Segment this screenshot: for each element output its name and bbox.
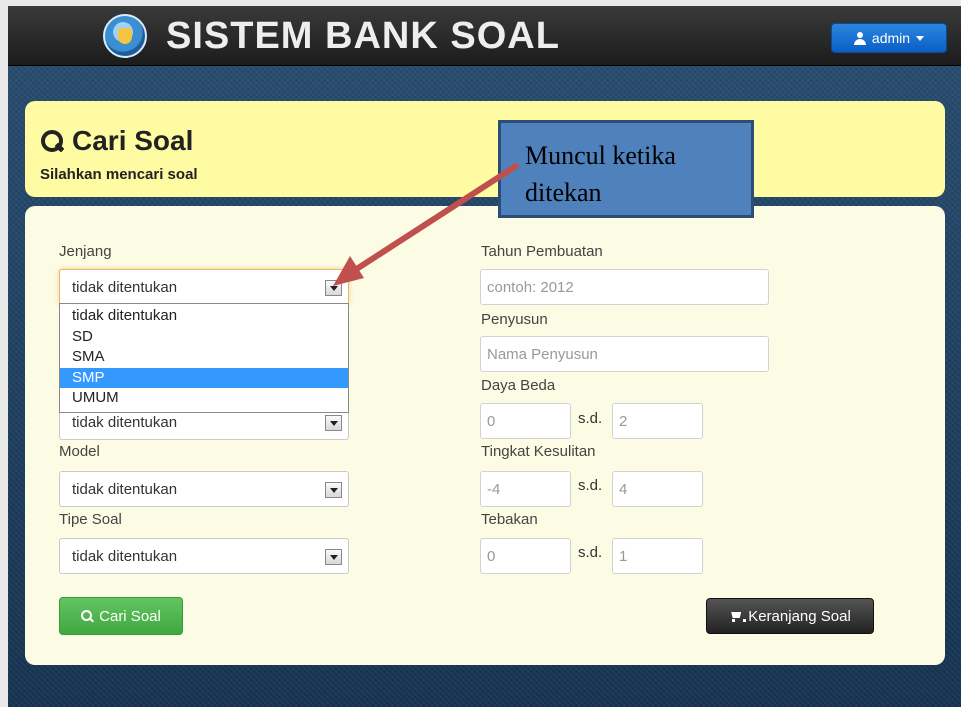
tebakan-to-input[interactable]: 1 [612, 538, 703, 574]
user-menu-label: admin [871, 30, 911, 46]
app-title: SISTEM BANK SOAL [166, 15, 560, 57]
range-separator: s.d. [578, 544, 603, 561]
tahun-pembuatan-label: Tahun Pembuatan [481, 243, 603, 260]
tahun-pembuatan-input[interactable]: contoh: 2012 [480, 269, 769, 305]
penyusun-label: Penyusun [481, 311, 548, 328]
tebakan-label: Tebakan [481, 511, 538, 528]
tebakan-from-input[interactable]: 0 [480, 538, 571, 574]
search-button-label: Cari Soal [99, 607, 161, 625]
dropdown-arrow-icon[interactable] [325, 549, 342, 565]
tingkat-kesulitan-label: Tingkat Kesulitan [481, 443, 596, 460]
page-title: Cari Soal [40, 125, 193, 157]
question-cart-button[interactable]: Keranjang Soal [706, 598, 874, 634]
range-separator: s.d. [578, 477, 603, 494]
question-cart-button-label: Keranjang Soal [748, 607, 851, 625]
tingkat-kesulitan-to-input[interactable]: 4 [612, 471, 703, 507]
hidden-field-select-value: tidak ditentukan [72, 413, 178, 431]
jenjang-label: Jenjang [59, 243, 112, 260]
search-button[interactable]: Cari Soal [59, 597, 183, 635]
ministry-logo-icon [103, 14, 147, 58]
daya-beda-label: Daya Beda [481, 377, 556, 394]
tipe-soal-select[interactable]: tidak ditentukan [59, 538, 349, 574]
jenjang-option[interactable]: SD [60, 327, 348, 348]
user-menu-button[interactable]: admin [831, 23, 947, 53]
tipe-soal-label: Tipe Soal [59, 511, 122, 528]
caret-down-icon [916, 35, 925, 41]
model-select[interactable]: tidak ditentukan [59, 471, 349, 507]
daya-beda-to-input[interactable]: 2 [612, 403, 703, 439]
annotation-callout: Muncul ketika ditekan [498, 120, 754, 218]
model-select-value: tidak ditentukan [72, 480, 178, 498]
dropdown-arrow-icon[interactable] [325, 280, 342, 296]
top-navbar: SISTEM BANK SOAL admin [8, 6, 961, 66]
dropdown-arrow-icon[interactable] [325, 415, 342, 431]
penyusun-input[interactable]: Nama Penyusun [480, 336, 769, 372]
model-label: Model [59, 443, 100, 460]
jenjang-option-highlighted[interactable]: SMP [60, 367, 348, 388]
page-subtitle: Silahkan mencari soal [40, 166, 198, 183]
jenjang-select[interactable]: tidak ditentukan [59, 269, 349, 305]
tingkat-kesulitan-from-input[interactable]: -4 [480, 471, 571, 507]
cart-icon [729, 610, 747, 622]
tipe-soal-select-value: tidak ditentukan [72, 547, 178, 565]
jenjang-select-value: tidak ditentukan [72, 278, 178, 296]
jenjang-option[interactable]: UMUM [60, 388, 348, 409]
range-separator: s.d. [578, 410, 603, 427]
jenjang-option[interactable]: SMA [60, 347, 348, 368]
jenjang-options-list[interactable]: tidak ditentukan SD SMA SMP UMUM [59, 303, 349, 413]
dropdown-arrow-icon[interactable] [325, 482, 342, 498]
search-icon [81, 610, 93, 622]
jenjang-option[interactable]: tidak ditentukan [60, 306, 348, 327]
annotation-text: Muncul ketika ditekan [525, 141, 676, 207]
search-icon [40, 129, 64, 153]
user-icon [853, 31, 866, 45]
page-title-text: Cari Soal [72, 125, 194, 156]
daya-beda-from-input[interactable]: 0 [480, 403, 571, 439]
